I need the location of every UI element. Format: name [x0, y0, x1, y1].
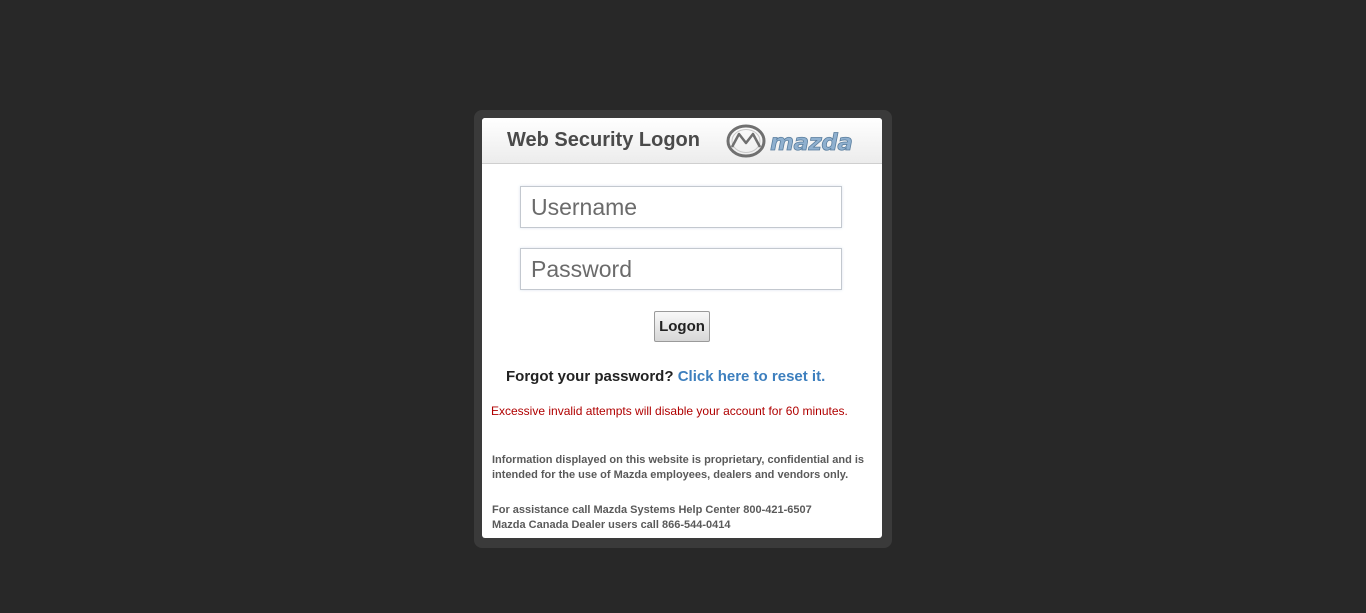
mazda-logo: mazda: [726, 124, 853, 158]
canada-dealer-line: Mazda Canada Dealer users call 866-544-0…: [492, 519, 731, 531]
password-field[interactable]: [520, 248, 842, 290]
help-center-line: For assistance call Mazda Systems Help C…: [492, 504, 812, 516]
logon-panel: Web Security Logon mazda Logon Forgot yo…: [482, 118, 882, 538]
assistance-info: For assistance call Mazda Systems Help C…: [492, 503, 877, 533]
forgot-password-row: Forgot your password? Click here to rese…: [506, 368, 825, 385]
page-title: Web Security Logon: [507, 129, 700, 151]
logon-button[interactable]: Logon: [654, 311, 710, 342]
reset-password-link[interactable]: Click here to reset it.: [678, 368, 826, 385]
username-field[interactable]: [520, 186, 842, 228]
forgot-password-text: Forgot your password?: [506, 368, 674, 385]
proprietary-notice: Information displayed on this website is…: [492, 454, 865, 481]
logo-wordmark: mazda: [770, 130, 852, 156]
panel-header: Web Security Logon mazda: [482, 118, 882, 164]
logon-frame: Web Security Logon mazda Logon Forgot yo…: [474, 110, 892, 548]
lockout-warning: Excessive invalid attempts will disable …: [491, 404, 848, 418]
